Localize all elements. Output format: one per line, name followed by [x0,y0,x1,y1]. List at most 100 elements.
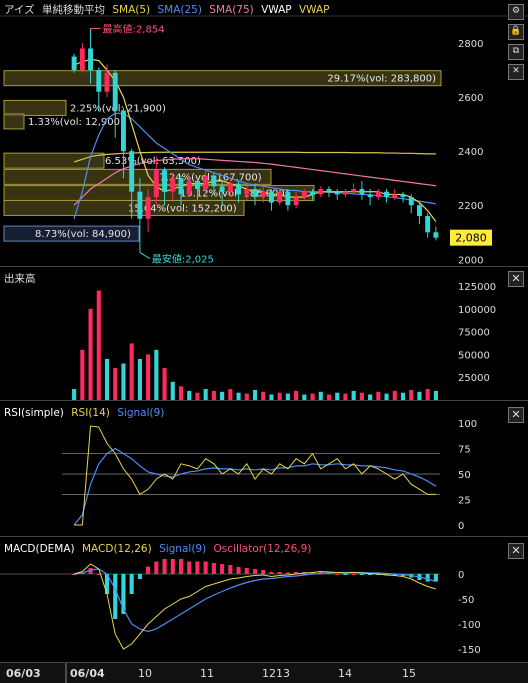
volume-bar [392,390,397,400]
macd-tick-label: 0 [458,570,464,581]
volume-bar [220,391,225,400]
rsi-tick-label: 75 [458,445,471,456]
volume-bar [146,354,151,400]
volume-bar [162,368,167,400]
candle-body [277,191,283,203]
volume-profile-label: 1.33%(vol: 12,900) [28,117,124,128]
macd-signal-line [74,568,437,633]
macd-osc-bar [285,572,290,574]
rsi-tick-label: 0 [458,521,464,532]
volume-bar [302,394,307,400]
date-label: 11 [200,667,214,680]
volume-profile-bar [3,113,25,130]
volume-chart[interactable]: 125000 100000 75000 50000 25000 [0,267,528,400]
candle-body [252,189,258,198]
macd-osc-bar [211,563,216,574]
volume-bar [343,393,348,400]
candle-body [178,178,184,195]
date-label: 06/03 [6,667,41,680]
low-label: 最安値:2,025 [152,253,214,266]
macd-osc-bar [178,559,184,574]
price-tick-label: 2200 [458,201,483,212]
rsi-tick-label: 50 [458,470,471,481]
volume-bar [368,394,373,400]
macd-osc-bar [137,574,142,579]
volume-bar [376,391,381,400]
macd-chart[interactable]: 0 -50 -100 -150 [0,537,528,662]
volume-bar [417,391,422,400]
macd-osc-bar [154,561,159,574]
candle-body [194,180,200,190]
date-label: 10 [138,667,152,680]
volume-tick-label: 50000 [458,350,490,361]
macd-osc-bar [228,565,233,574]
volume-bar [433,390,438,400]
volume-bar [80,349,85,400]
candle-body [375,191,381,198]
macd-osc-bar [129,574,134,594]
candle-body [268,191,274,203]
rsi-signal-line [73,447,437,526]
macd-osc-bar [244,568,249,574]
volume-bar [228,389,233,400]
candle-body [96,70,102,92]
price-panel[interactable]: アイズ 単純移動平均 SMA(5) SMA(25) SMA(75) VWAP V… [0,0,528,267]
candle-body [425,216,431,233]
candle-body [129,151,135,192]
date-axis: 06/03 06/04 10 11 12 13 14 15 [0,662,528,683]
macd-tick-label: -150 [458,645,481,656]
candle-body [162,170,168,192]
candle-body [219,186,225,192]
macd-osc-bar [368,574,373,575]
rsi-chart[interactable]: 100 75 50 25 0 [0,401,528,536]
volume-tick-label: 25000 [458,373,490,384]
volume-bar [203,389,208,400]
candle-body [310,191,316,195]
candle-body [334,191,340,195]
candle-body [79,48,85,71]
date-label: 14 [338,667,352,680]
volume-tick-label: 100000 [458,305,496,316]
volume-bar [178,386,184,400]
macd-panel[interactable]: MACD(DEMA) MACD(12,26) Signal(9) Oscilla… [0,537,528,662]
candle-body [351,189,357,192]
candle-body [293,197,299,206]
volume-bar [129,343,134,400]
rsi-tick-label: 100 [458,419,477,430]
candle-body [301,191,307,198]
price-tick-label: 2000 [458,255,483,266]
volume-bar [195,392,200,400]
macd-osc-bar [277,572,282,574]
candle-body [186,180,192,195]
candle-body [416,205,422,217]
candle-body [112,72,118,111]
date-label: 15 [402,667,416,680]
macd-tick-label: -50 [458,595,474,606]
macd-tick-label: -100 [458,620,481,631]
candle-body [211,175,217,187]
volume-profile-label: 15.64%(vol: 152,200) [128,203,237,214]
volume-profile-label: 29.17%(vol: 283,800) [327,74,436,85]
candle-body [433,232,439,238]
macd-osc-bar [170,559,175,574]
volume-bar [310,393,315,400]
price-chart[interactable]: 2800 2600 2400 2200 2000 29.17%(vol: 283,800)… [0,0,528,266]
rsi-panel[interactable]: RSI(simple) RSI(14) Signal(9) ✕ 100 75 50 2… [0,401,528,537]
volume-bar [236,392,241,400]
rsi-tick-label: 25 [458,496,471,507]
volume-bar [326,394,332,400]
candle-body [203,175,209,190]
macd-osc-bar [269,572,274,574]
volume-panel[interactable]: 出来高 ✕ 125000 100000 75000 50000 25000 [0,267,528,401]
volume-bar [384,393,389,400]
macd-osc-bar [261,570,266,574]
candle-body [392,194,398,198]
volume-bar [277,392,282,400]
volume-bar [269,394,274,400]
macd-osc-bar [343,574,348,575]
macd-osc-bar [425,574,430,582]
date-axis-svg: 06/03 06/04 10 11 12 13 14 15 [6,663,416,683]
candle-body [71,56,77,71]
macd-osc-bar [351,574,356,575]
volume-bar [400,392,406,400]
